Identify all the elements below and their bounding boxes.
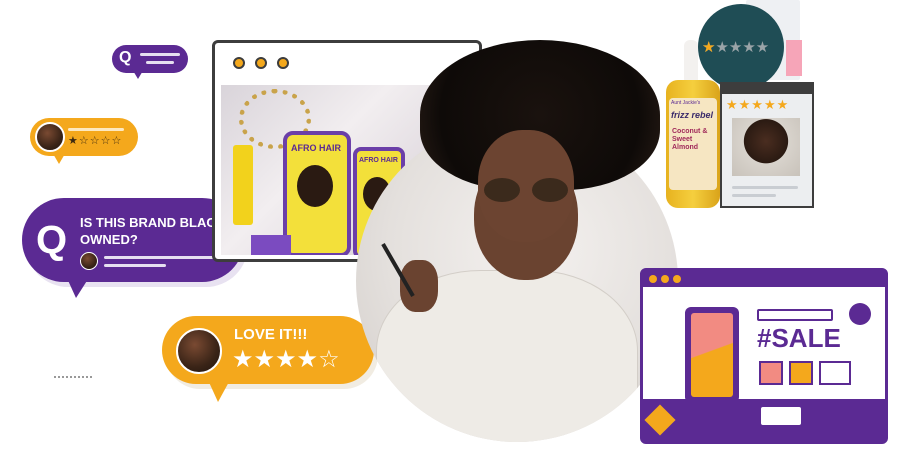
bottle-brand: Aunt Jackie's xyxy=(671,100,701,106)
bottle-body: Aunt Jackie's frizz rebel Coconut & Swee… xyxy=(666,80,720,208)
window-dot-1[interactable] xyxy=(233,57,245,69)
sale-header-bar xyxy=(757,309,833,321)
product-1-face xyxy=(297,165,333,207)
sale-phone-graphic xyxy=(685,307,739,403)
card-photo xyxy=(732,118,800,176)
bottle-flavor: Coconut & Sweet Almond xyxy=(672,128,708,151)
card-header-bar xyxy=(722,84,812,94)
mascara-product xyxy=(233,145,253,225)
q-notification-bubble[interactable]: Q xyxy=(112,45,188,79)
bottle-label: Aunt Jackie's frizz rebel Coconut & Swee… xyxy=(669,98,717,190)
review-bubble[interactable]: LOVE IT!!! ★★★★☆ xyxy=(162,316,374,402)
product-bottle-1: AFRO HAIR xyxy=(283,131,351,255)
reviewer-avatar xyxy=(176,328,222,374)
background-card-pink xyxy=(786,40,802,76)
bottle-name: frizz rebel xyxy=(671,110,714,120)
sale-footer-bar xyxy=(643,399,885,441)
product-1-brand: AFRO HAIR xyxy=(291,143,341,153)
sale-dot-2[interactable] xyxy=(661,275,669,283)
star-rating-small: ★☆☆☆☆ xyxy=(68,134,123,147)
sale-browser-window[interactable]: #SALE xyxy=(640,268,888,444)
question-letter: Q xyxy=(36,218,68,262)
sale-dot-3[interactable] xyxy=(673,275,681,283)
loading-dots xyxy=(54,376,92,382)
purple-packaging xyxy=(251,235,291,255)
review-text: LOVE IT!!! xyxy=(234,326,308,343)
sale-dot-1[interactable] xyxy=(649,275,657,283)
q-bubble-tail xyxy=(132,69,144,79)
sale-text: #SALE xyxy=(757,323,841,353)
window-dot-2[interactable] xyxy=(255,57,267,69)
sale-swatch-yellow[interactable] xyxy=(789,361,813,385)
q-line-2 xyxy=(146,61,174,64)
badge-filled-star: ★ xyxy=(702,38,716,56)
question-bubble-tail xyxy=(66,276,90,298)
card-line-2 xyxy=(732,194,776,197)
eye-patch-right-front xyxy=(532,178,568,202)
rating-bubble-small[interactable]: ★☆☆☆☆ xyxy=(30,118,138,164)
review-bubble-tail xyxy=(208,380,230,402)
rating-bubble-tail xyxy=(52,152,66,164)
sale-swatch-pink[interactable] xyxy=(759,361,783,385)
sale-arrow-button[interactable] xyxy=(819,361,851,385)
card-line-1 xyxy=(732,186,798,189)
card-stars: ★★★★★ xyxy=(726,98,790,113)
window-dot-3[interactable] xyxy=(277,57,289,69)
profile-review-card[interactable]: ★★★★★ xyxy=(720,82,814,208)
answer-line-2 xyxy=(104,264,166,267)
q-line-1 xyxy=(140,53,180,56)
sale-badge-circle xyxy=(849,303,871,325)
review-stars: ★★★★☆ xyxy=(232,345,340,373)
bottle-nozzle xyxy=(684,40,698,82)
question-bubble[interactable]: Q IS THIS BRAND BLACK OWNED? xyxy=(22,198,244,298)
reviewer-avatar-small xyxy=(35,122,65,152)
eye-patch-left-front xyxy=(484,178,520,202)
phone-screen xyxy=(691,313,733,397)
asker-avatar xyxy=(80,252,98,270)
product-2-brand: AFRO HAIR xyxy=(359,157,398,164)
sale-titlebar xyxy=(643,271,885,287)
rating-line xyxy=(68,128,124,131)
rating-circle-badge[interactable]: ★★★★★ ★ xyxy=(698,4,784,90)
delivery-truck-icon xyxy=(761,407,801,425)
q-letter: Q xyxy=(119,49,132,66)
